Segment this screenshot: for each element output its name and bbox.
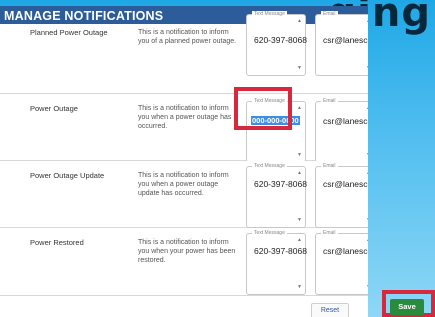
scroll-down-icon[interactable]: ▼ [297, 152, 302, 158]
email-value: csr@lanescott.coop [323, 116, 368, 126]
text-message-value: 620-397-8068 [254, 246, 307, 256]
email-value: csr@lanescott.coop [323, 246, 368, 256]
email-value: csr@lanescott.coop [323, 35, 368, 45]
notification-row-power-outage-update: Power Outage Update This is a notificati… [0, 161, 368, 228]
reset-button[interactable]: Reset [311, 303, 349, 317]
save-button[interactable]: Save [390, 299, 424, 315]
email-field[interactable]: Email csr@lanescott.coop ▲ ▼ [315, 230, 368, 295]
scroll-up-icon[interactable]: ▲ [297, 237, 302, 243]
scroll-down-icon[interactable]: ▼ [297, 217, 302, 223]
manage-notifications-panel: MANAGE NOTIFICATIONS Planned Power Outag… [0, 6, 368, 317]
scroll-down-icon[interactable]: ▼ [366, 65, 368, 71]
scroll-down-icon[interactable]: ▼ [366, 217, 368, 223]
text-message-field[interactable]: Text Message 620-397-8068 ▲ ▼ [246, 163, 307, 228]
text-message-value: 620-397-8068 [254, 179, 307, 189]
text-message-field[interactable]: Text Message 620-397-8068 ▲ ▼ [246, 11, 307, 76]
notification-description: This is a notification to inform you whe… [138, 172, 229, 197]
panel-footer: Reset [0, 296, 368, 317]
scroll-down-icon[interactable]: ▼ [366, 284, 368, 290]
email-field[interactable]: Email csr@lanescott.coop ▲ ▼ [315, 98, 368, 163]
notification-type: Power Outage Update [30, 171, 105, 180]
email-value: csr@lanescott.coop [323, 179, 368, 189]
scroll-up-icon[interactable]: ▲ [366, 237, 368, 243]
notification-description: This is a notification to inform you whe… [138, 105, 232, 130]
scroll-up-icon[interactable]: ▲ [297, 105, 302, 111]
email-label: Email [321, 230, 338, 237]
notification-description: This is a notification to inform you of … [138, 29, 237, 45]
text-message-label: Text Message [252, 230, 287, 237]
scroll-down-icon[interactable]: ▼ [297, 65, 302, 71]
email-label: Email [321, 98, 338, 105]
text-message-value: 620-397-8068 [254, 35, 307, 45]
email-field[interactable]: Email csr@lanescott.coop ▲ ▼ [315, 163, 368, 228]
notification-type: Power Outage [30, 104, 78, 113]
notification-type: Power Restored [30, 238, 84, 247]
email-field[interactable]: Email csr@lanescott.coop ▲ ▼ [315, 11, 368, 76]
scroll-down-icon[interactable]: ▼ [297, 284, 302, 290]
panel-title: MANAGE NOTIFICATIONS [0, 6, 368, 26]
text-message-label: Text Message [252, 11, 287, 18]
scroll-down-icon[interactable]: ▼ [366, 152, 368, 158]
notification-description: This is a notification to inform you whe… [138, 239, 236, 264]
scroll-up-icon[interactable]: ▲ [297, 170, 302, 176]
email-label: Email [321, 11, 338, 18]
scroll-up-icon[interactable]: ▲ [366, 170, 368, 176]
scroll-up-icon[interactable]: ▲ [297, 18, 302, 24]
notification-row-power-restored: Power Restored This is a notification to… [0, 228, 368, 296]
text-message-field[interactable]: Text Message 620-397-8068 ▲ ▼ [246, 230, 307, 295]
notification-row-power-outage: Power Outage This is a notification to i… [0, 87, 368, 163]
notification-row-planned-power-outage: Planned Power Outage This is a notificat… [0, 11, 368, 94]
notification-type: Planned Power Outage [30, 28, 108, 37]
scroll-up-icon[interactable]: ▲ [366, 18, 368, 24]
text-message-label: Text Message [252, 163, 287, 170]
scroll-up-icon[interactable]: ▲ [366, 105, 368, 111]
email-label: Email [321, 163, 338, 170]
text-field-highlight-box [234, 87, 292, 130]
